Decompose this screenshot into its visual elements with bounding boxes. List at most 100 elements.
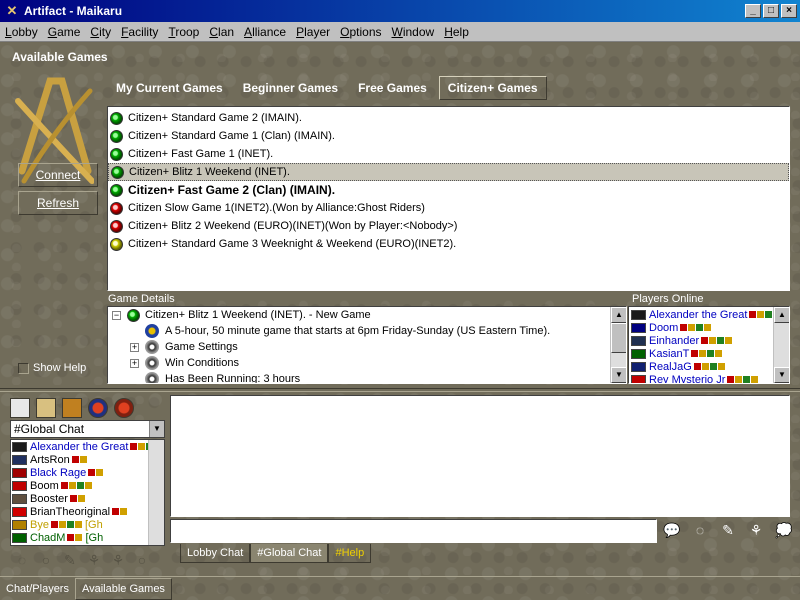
emote-icon[interactable]: ⚘	[744, 519, 768, 541]
close-button[interactable]: ×	[781, 4, 797, 18]
players-scrollbar[interactable]: ▲ ▼	[773, 307, 789, 383]
refresh-button[interactable]: Refresh	[18, 191, 98, 215]
game-row[interactable]: Citizen+ Fast Game 2 (Clan) (IMAIN).	[108, 181, 789, 199]
chat-tab-lobby-chat[interactable]: Lobby Chat	[180, 544, 251, 563]
medals-icon[interactable]	[62, 398, 82, 418]
checkbox-icon[interactable]	[18, 362, 29, 374]
minimize-button[interactable]: _	[745, 4, 761, 18]
chat-user-name: ChadM	[30, 531, 66, 544]
game-label: Citizen+ Fast Game 1 (INET).	[128, 148, 274, 160]
game-status-icon	[127, 308, 140, 322]
player-row[interactable]: Rey Mysterio Jr	[631, 373, 789, 384]
action-icon[interactable]: ✎	[716, 519, 740, 541]
medal-icon	[74, 521, 82, 528]
rank-badges	[88, 469, 104, 476]
scroll-down-icon[interactable]: ▼	[774, 367, 789, 383]
menu-window[interactable]: Window	[387, 25, 440, 39]
player-row[interactable]: RealJaG	[631, 360, 789, 373]
channel-select[interactable]: #Global Chat ▼	[10, 420, 165, 438]
game-row[interactable]: Citizen+ Standard Game 3 Weeknight & Wee…	[108, 235, 789, 253]
chevron-down-icon[interactable]: ▼	[149, 421, 164, 437]
expand-icon[interactable]: +	[130, 342, 139, 352]
tab-beginner-games[interactable]: Beginner Games	[235, 77, 346, 99]
player-row[interactable]: Alexander the Great	[631, 308, 789, 321]
menu-lobby[interactable]: Lobby	[0, 25, 43, 39]
scroll-down-icon[interactable]: ▼	[611, 367, 626, 383]
maximize-button[interactable]: □	[763, 4, 779, 18]
details-root-row[interactable]: − Citizen+ Blitz 1 Weekend (INET). - New …	[108, 307, 626, 323]
whisper-icon[interactable]: ◌	[688, 519, 712, 541]
medal-icon	[68, 482, 76, 489]
medal-icon	[67, 534, 75, 541]
chat-user-row[interactable]: Booster	[11, 492, 164, 505]
send-message-icon[interactable]: 💬	[660, 519, 684, 541]
bottom-tab-available-games[interactable]: Available Games	[74, 577, 172, 600]
player-row[interactable]: Doom	[631, 321, 789, 334]
connect-button[interactable]: Connect	[18, 163, 98, 187]
chat-user-row[interactable]: Boom	[11, 479, 164, 492]
channels-icon[interactable]	[114, 398, 134, 418]
player-flag-icon	[631, 309, 646, 320]
scroll-up-icon[interactable]: ▲	[611, 307, 626, 323]
chat-user-row[interactable]: Bye [Gh	[11, 518, 164, 531]
userlist-icon[interactable]	[10, 398, 30, 418]
globe-icon	[145, 324, 159, 338]
medal-icon	[717, 337, 725, 344]
chat-user-name: Booster	[30, 492, 68, 505]
details-scrollbar[interactable]: ▲ ▼	[610, 307, 626, 383]
menu-alliance[interactable]: Alliance	[239, 25, 291, 39]
menu-game[interactable]: Game	[43, 25, 86, 39]
game-row[interactable]: Citizen+ Standard Game 2 (IMAIN).	[108, 109, 789, 127]
game-row[interactable]: Citizen+ Standard Game 1 (Clan) (IMAIN).	[108, 127, 789, 145]
chat-bubble-icon: ○	[41, 552, 51, 568]
chat-user-list: Alexander the Great ArtsRon Black Rage Boom…	[10, 439, 165, 546]
chat-user-row[interactable]: Black Rage	[11, 466, 164, 479]
section-divider[interactable]	[0, 388, 800, 392]
scroll-thumb[interactable]	[611, 323, 626, 353]
menu-troop[interactable]: Troop	[163, 25, 204, 39]
rank-badges	[69, 495, 85, 502]
collapse-icon[interactable]: −	[112, 310, 121, 320]
menu-player[interactable]: Player	[291, 25, 335, 39]
player-row[interactable]: KasianT	[631, 347, 789, 360]
expand-icon[interactable]: +	[130, 358, 139, 368]
broadcast-icon[interactable]: 💭	[772, 519, 796, 541]
medal-icon	[715, 350, 723, 357]
broadcast-icon: ○	[137, 552, 147, 568]
menu-clan[interactable]: Clan	[204, 25, 239, 39]
userlist-scrollbar[interactable]	[148, 440, 164, 545]
chat-tab-global-chat[interactable]: #Global Chat	[250, 544, 329, 563]
menu-facility[interactable]: Facility	[116, 25, 163, 39]
chat-user-row[interactable]: BrianTheoriginal	[11, 505, 164, 518]
player-name: KasianT	[649, 347, 690, 360]
bottom-tab-chat-players[interactable]: Chat/Players	[0, 579, 75, 599]
globe-icon[interactable]	[88, 398, 108, 418]
menu-city[interactable]: City	[85, 25, 116, 39]
tab-my-current-games[interactable]: My Current Games	[108, 77, 231, 99]
player-name: Rey Mysterio Jr	[649, 373, 726, 384]
details-row[interactable]: Has Been Running: 3 hours	[108, 371, 626, 383]
menu-help[interactable]: Help	[439, 25, 474, 39]
tab-citizen-games[interactable]: Citizen+ Games	[438, 76, 547, 100]
artifact-logo-icon: ✕	[6, 3, 18, 18]
details-row[interactable]: + Win Conditions	[108, 355, 626, 371]
game-row[interactable]: Citizen+ Fast Game 1 (INET).	[108, 145, 789, 163]
chat-user-row[interactable]: Alexander the Great	[11, 440, 164, 453]
action-icon: ✎	[64, 552, 76, 568]
user-flag-icon	[12, 454, 27, 465]
tab-free-games[interactable]: Free Games	[350, 77, 435, 99]
chat-input[interactable]	[170, 519, 657, 543]
scroll-up-icon[interactable]: ▲	[774, 307, 789, 323]
chat-tab-help[interactable]: #Help	[328, 544, 372, 563]
folder-icon[interactable]	[36, 398, 56, 418]
details-row[interactable]: A 5-hour, 50 minute game that starts at …	[108, 323, 626, 339]
menu-options[interactable]: Options	[335, 25, 386, 39]
chat-user-row[interactable]: ArtsRon	[11, 453, 164, 466]
game-row[interactable]: Citizen Slow Game 1(INET2).(Won by Allia…	[108, 199, 789, 217]
game-row[interactable]: Citizen+ Blitz 1 Weekend (INET).	[108, 163, 789, 181]
game-row[interactable]: Citizen+ Blitz 2 Weekend (EURO)(INET)(Wo…	[108, 217, 789, 235]
player-row[interactable]: Einhander	[631, 334, 789, 347]
chat-user-row[interactable]: ChadM [Gh	[11, 531, 164, 544]
show-help-checkbox[interactable]: Show Help	[18, 362, 86, 374]
details-row[interactable]: + Game Settings	[108, 339, 626, 355]
